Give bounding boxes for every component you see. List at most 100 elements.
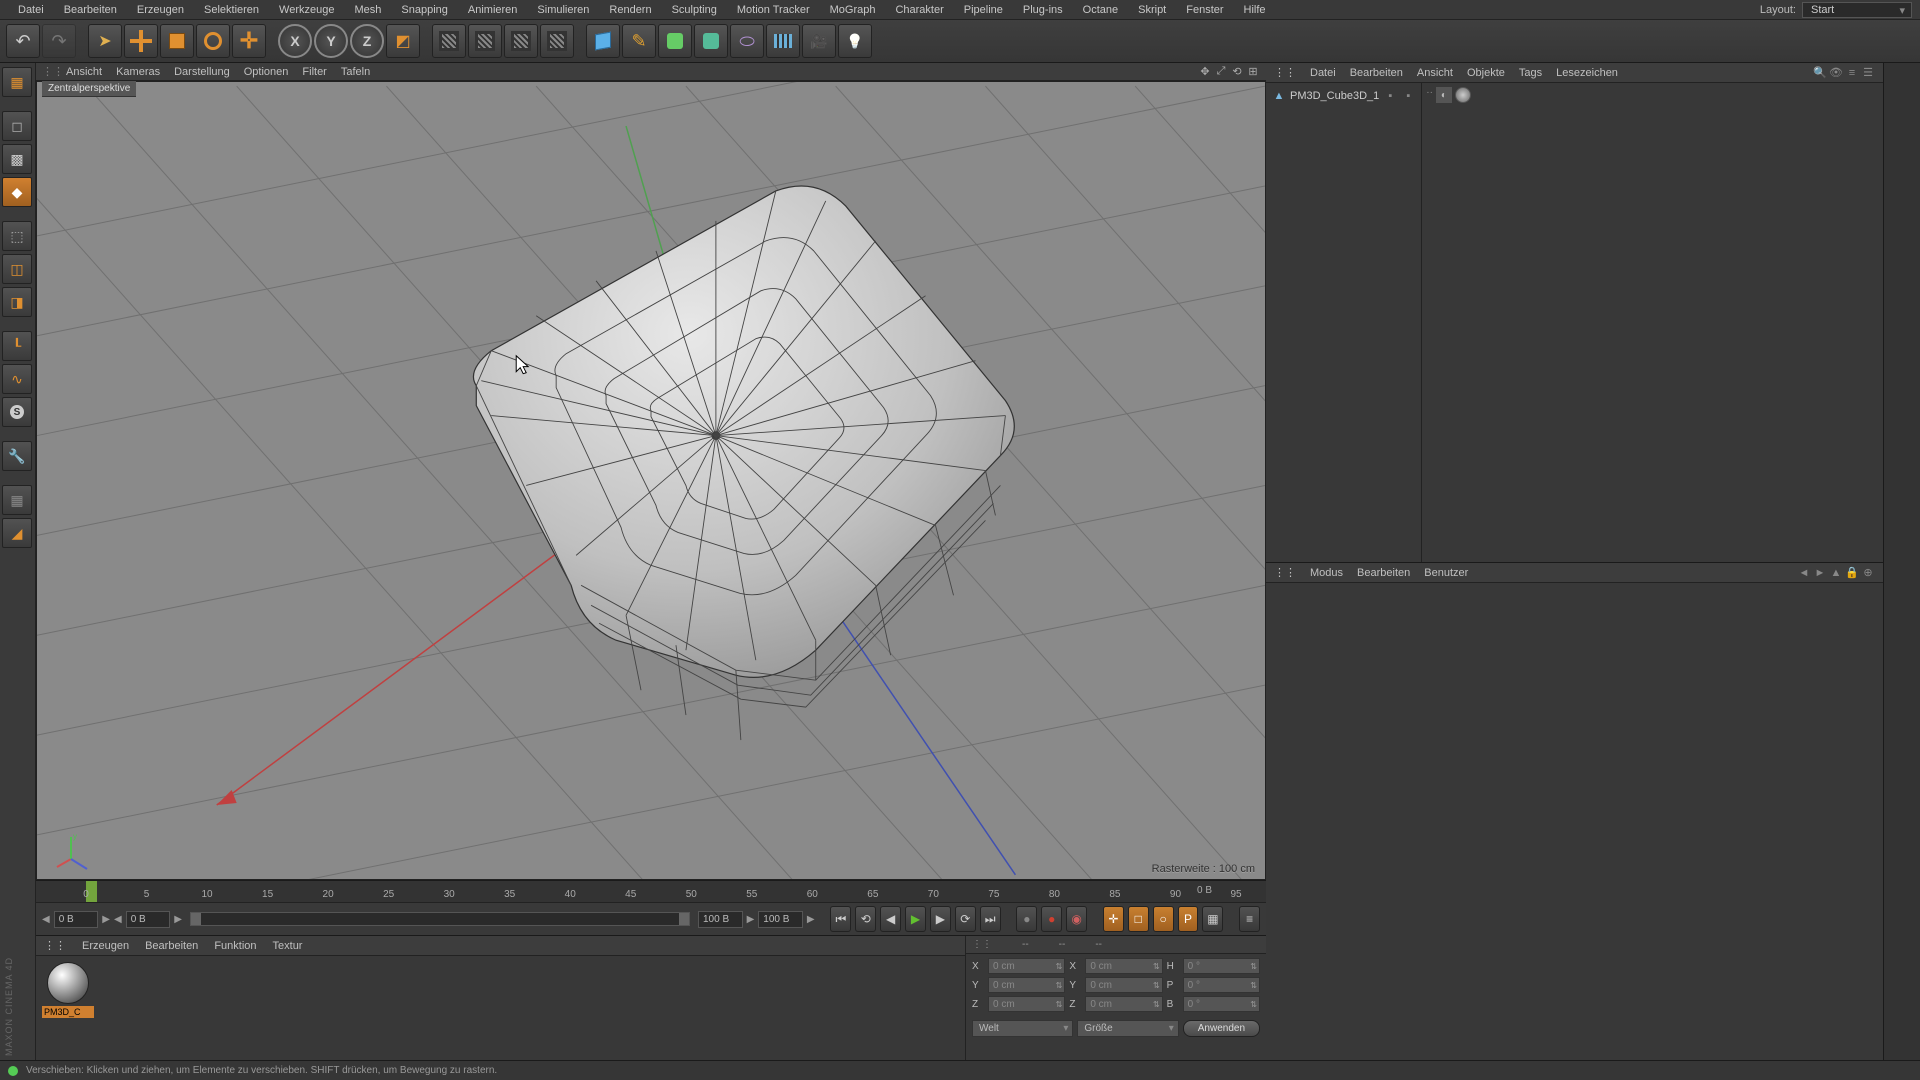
am-lock-icon[interactable]: 🔒 bbox=[1845, 566, 1859, 580]
poly-mode-button[interactable]: ◨ bbox=[2, 287, 32, 317]
coord-system-dropdown[interactable]: Welt bbox=[972, 1020, 1073, 1037]
point-mode-button[interactable]: ⬚ bbox=[2, 221, 32, 251]
menu-hilfe[interactable]: Hilfe bbox=[1234, 1, 1276, 19]
om-menu-datei[interactable]: Datei bbox=[1310, 67, 1336, 79]
coord-size-field[interactable]: 0 cm bbox=[1085, 977, 1162, 993]
next-frame-button[interactable]: ▶ bbox=[930, 906, 951, 932]
menu-animieren[interactable]: Animieren bbox=[458, 1, 528, 19]
vp-menu-kameras[interactable]: Kameras bbox=[116, 66, 160, 78]
menu-mograph[interactable]: MoGraph bbox=[820, 1, 886, 19]
am-back-icon[interactable]: ◄ bbox=[1797, 566, 1811, 580]
coord-rot-field[interactable]: 0 ° bbox=[1183, 958, 1260, 974]
pla-key-button[interactable]: ▦ bbox=[1202, 906, 1223, 932]
play-button[interactable]: ▶ bbox=[905, 906, 926, 932]
keyframe-sel-button[interactable]: ◉ bbox=[1066, 906, 1087, 932]
menu-mesh[interactable]: Mesh bbox=[344, 1, 391, 19]
range-left-field[interactable]: 100 B bbox=[698, 911, 743, 928]
timeline-menu-button[interactable]: ≡ bbox=[1239, 906, 1260, 932]
om-menu-tags[interactable]: Tags bbox=[1519, 67, 1542, 79]
deformer-button[interactable] bbox=[730, 24, 764, 58]
vp-zoom-icon[interactable]: ⤢ bbox=[1214, 65, 1228, 79]
locked-workplane-button[interactable]: ▦ bbox=[2, 485, 32, 515]
last-tool-button[interactable]: ✛ bbox=[232, 24, 266, 58]
coord-rot-field[interactable]: 0 ° bbox=[1183, 977, 1260, 993]
redo-button[interactable]: ↷ bbox=[42, 24, 76, 58]
menu-fenster[interactable]: Fenster bbox=[1176, 1, 1233, 19]
om-menu-lesezeichen[interactable]: Lesezeichen bbox=[1556, 67, 1618, 79]
goto-start-button[interactable]: ⏮ bbox=[830, 906, 851, 932]
menu-simulieren[interactable]: Simulieren bbox=[527, 1, 599, 19]
menu-erzeugen[interactable]: Erzeugen bbox=[127, 1, 194, 19]
prev-key-button[interactable]: ⟲ bbox=[855, 906, 876, 932]
vp-menu-tafeln[interactable]: Tafeln bbox=[341, 66, 370, 78]
spline-button[interactable] bbox=[622, 24, 656, 58]
am-menu-benutzer[interactable]: Benutzer bbox=[1424, 567, 1468, 579]
om-search-icon[interactable]: 🔍 bbox=[1813, 66, 1827, 80]
soft-select-button[interactable]: ∿ bbox=[2, 364, 32, 394]
mat-menu-bearbeiten[interactable]: Bearbeiten bbox=[145, 940, 198, 952]
rot-key-button[interactable]: ○ bbox=[1153, 906, 1174, 932]
render-region-button[interactable] bbox=[468, 24, 502, 58]
edge-mode-button[interactable]: ◫ bbox=[2, 254, 32, 284]
light-button[interactable] bbox=[838, 24, 872, 58]
menu-pipeline[interactable]: Pipeline bbox=[954, 1, 1013, 19]
undo-button[interactable]: ↶ bbox=[6, 24, 40, 58]
generator-button[interactable] bbox=[658, 24, 692, 58]
y-axis-lock-button[interactable]: Y bbox=[314, 24, 348, 58]
coord-rot-field[interactable]: 0 ° bbox=[1183, 996, 1260, 1012]
om-menu-bearbeiten[interactable]: Bearbeiten bbox=[1350, 67, 1403, 79]
snap-button[interactable]: S bbox=[2, 397, 32, 427]
scale-key-button[interactable]: □ bbox=[1128, 906, 1149, 932]
layout-dropdown[interactable]: Start bbox=[1802, 2, 1912, 18]
timeline-ruler[interactable]: 051015202530354045505560657075808590950 … bbox=[36, 881, 1266, 903]
pos-key-button[interactable]: ✛ bbox=[1103, 906, 1124, 932]
render-view-button[interactable] bbox=[432, 24, 466, 58]
mat-menu-funktion[interactable]: Funktion bbox=[214, 940, 256, 952]
mat-menu-textur[interactable]: Textur bbox=[273, 940, 303, 952]
menu-charakter[interactable]: Charakter bbox=[885, 1, 953, 19]
texture-mode-button[interactable]: ▩ bbox=[2, 144, 32, 174]
camera-button[interactable] bbox=[802, 24, 836, 58]
menu-snapping[interactable]: Snapping bbox=[391, 1, 458, 19]
select-tool-button[interactable]: ➤ bbox=[88, 24, 122, 58]
x-axis-lock-button[interactable]: X bbox=[278, 24, 312, 58]
om-filter-icon[interactable]: ≡ bbox=[1845, 66, 1859, 80]
vp-menu-ansicht[interactable]: Ansicht bbox=[66, 66, 102, 78]
environment-button[interactable] bbox=[766, 24, 800, 58]
om-eye-icon[interactable]: 👁 bbox=[1829, 66, 1843, 80]
coord-pos-field[interactable]: 0 cm bbox=[988, 958, 1065, 974]
am-menu-modus[interactable]: Modus bbox=[1310, 567, 1343, 579]
move-tool-button[interactable] bbox=[124, 24, 158, 58]
vp-menu-darstellung[interactable]: Darstellung bbox=[174, 66, 230, 78]
visibility-editor-icon[interactable]: ▪ bbox=[1383, 89, 1397, 103]
menu-sculpting[interactable]: Sculpting bbox=[662, 1, 727, 19]
visibility-render-icon[interactable]: ▪ bbox=[1401, 89, 1415, 103]
menu-rendern[interactable]: Rendern bbox=[599, 1, 661, 19]
menu-datei[interactable]: Datei bbox=[8, 1, 54, 19]
am-fwd-icon[interactable]: ► bbox=[1813, 566, 1827, 580]
menu-skript[interactable]: Skript bbox=[1128, 1, 1176, 19]
right-tab-strip[interactable] bbox=[1883, 63, 1905, 1080]
next-key-button[interactable]: ⟳ bbox=[955, 906, 976, 932]
menu-octane[interactable]: Octane bbox=[1073, 1, 1128, 19]
primitive-button[interactable] bbox=[586, 24, 620, 58]
am-new-icon[interactable]: ⊕ bbox=[1861, 566, 1875, 580]
object-tags-area[interactable]: ·· ◐ bbox=[1422, 83, 1883, 562]
om-menu-ansicht[interactable]: Ansicht bbox=[1417, 67, 1453, 79]
vp-maximize-icon[interactable]: ⊞ bbox=[1246, 65, 1260, 79]
prev-frame-button[interactable]: ◀ bbox=[880, 906, 901, 932]
material-thumbnail[interactable]: PM3D_C bbox=[42, 962, 94, 1026]
record-button[interactable]: ● bbox=[1016, 906, 1037, 932]
coord-system-button[interactable]: ◩ bbox=[386, 24, 420, 58]
menu-plugins[interactable]: Plug-ins bbox=[1013, 1, 1073, 19]
model-mode-button[interactable]: ◻ bbox=[2, 111, 32, 141]
object-row[interactable]: ▲ PM3D_Cube3D_1 ▪ ▪ bbox=[1270, 87, 1417, 105]
menu-selektieren[interactable]: Selektieren bbox=[194, 1, 269, 19]
am-up-icon[interactable]: ▲ bbox=[1829, 566, 1843, 580]
axis-toggle-button[interactable]: ┖ bbox=[2, 331, 32, 361]
current-frame-field[interactable]: 0 B bbox=[126, 911, 171, 928]
object-name-label[interactable]: PM3D_Cube3D_1 bbox=[1290, 90, 1379, 102]
timeline-range-slider[interactable] bbox=[190, 912, 690, 926]
apply-button[interactable]: Anwenden bbox=[1183, 1020, 1260, 1037]
coord-size-dropdown[interactable]: Größe bbox=[1077, 1020, 1178, 1037]
